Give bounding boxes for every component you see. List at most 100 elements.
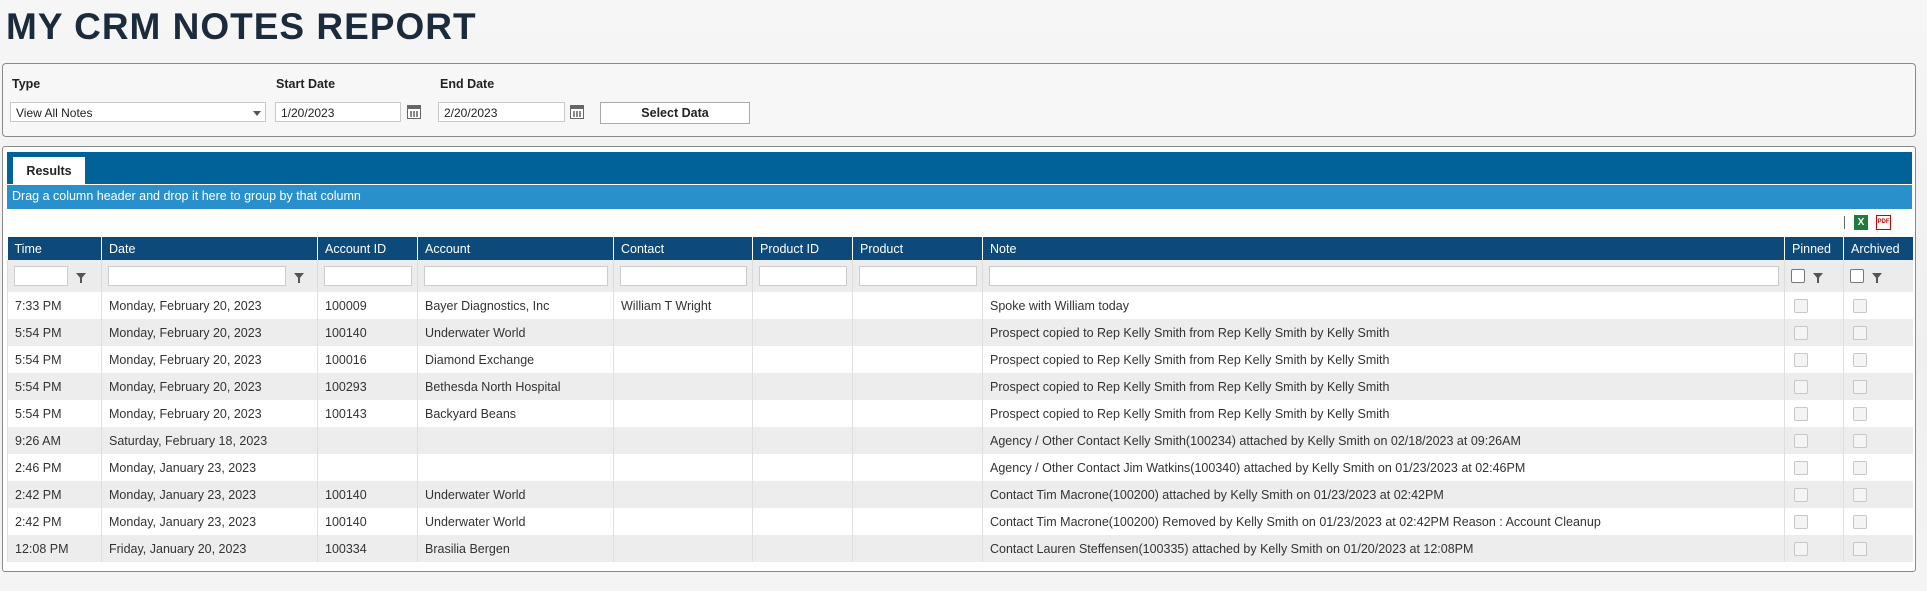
filter-input-contact[interactable] <box>620 266 747 286</box>
pinned-checkbox[interactable] <box>1794 433 1808 448</box>
archived-checkbox[interactable] <box>1853 298 1867 313</box>
cell-account-id <box>317 427 418 454</box>
pinned-checkbox[interactable] <box>1794 406 1808 421</box>
toolbar-divider <box>1844 216 1845 229</box>
tab-results[interactable]: Results <box>13 157 85 184</box>
cell-archived <box>1843 292 1913 319</box>
filter-input-product[interactable] <box>859 266 977 286</box>
column-header-product-id[interactable]: Product ID <box>752 237 853 260</box>
filter-input-note[interactable] <box>989 266 1779 286</box>
cell-product-id <box>752 319 853 346</box>
filter-checkbox-archived[interactable] <box>1850 268 1864 283</box>
cell-date: Monday, January 23, 2023 <box>101 508 318 535</box>
cell-date: Friday, January 20, 2023 <box>101 535 318 562</box>
end-date-input[interactable]: 2/20/2023 <box>438 102 565 122</box>
archived-checkbox[interactable] <box>1853 379 1867 394</box>
archived-checkbox[interactable] <box>1853 541 1867 556</box>
cell-archived <box>1843 508 1913 535</box>
cell-product <box>852 481 983 508</box>
cell-note: Prospect copied to Rep Kelly Smith from … <box>982 373 1785 400</box>
table-row[interactable]: 2:42 PM Monday, January 23, 2023 100140 Und… <box>7 508 1913 535</box>
column-header-pinned[interactable]: Pinned <box>1784 237 1844 260</box>
pdf-export-icon[interactable]: PDF <box>1876 215 1891 230</box>
cell-product <box>852 373 983 400</box>
cell-account-id <box>317 454 418 481</box>
cell-archived <box>1843 346 1913 373</box>
column-header-contact[interactable]: Contact <box>613 237 753 260</box>
cell-time: 5:54 PM <box>7 346 102 373</box>
start-date-calendar-icon[interactable] <box>407 105 421 119</box>
column-header-archived[interactable]: Archived <box>1843 237 1913 260</box>
cell-archived <box>1843 427 1913 454</box>
cell-archived <box>1843 535 1913 562</box>
cell-pinned <box>1784 373 1844 400</box>
filter-icon[interactable] <box>294 273 304 283</box>
filter-icon[interactable] <box>76 273 86 283</box>
column-header-note[interactable]: Note <box>982 237 1785 260</box>
type-select[interactable]: View All Notes <box>10 102 266 122</box>
cell-archived <box>1843 319 1913 346</box>
filter-icon[interactable] <box>1872 272 1882 283</box>
filter-input-time[interactable] <box>14 266 68 286</box>
table-row[interactable]: 5:54 PM Monday, February 20, 2023 100016 Di… <box>7 346 1913 373</box>
excel-export-icon[interactable]: X <box>1854 215 1868 230</box>
filter-icon[interactable] <box>1813 272 1823 283</box>
archived-checkbox[interactable] <box>1853 514 1867 529</box>
pinned-checkbox[interactable] <box>1794 487 1808 502</box>
table-row[interactable]: 12:08 PM Friday, January 20, 2023 100334 Br… <box>7 535 1913 562</box>
cell-contact <box>613 400 753 427</box>
table-row[interactable]: 5:54 PM Monday, February 20, 2023 100143 Ba… <box>7 400 1913 427</box>
filter-cell-account <box>417 260 614 292</box>
pinned-checkbox[interactable] <box>1794 325 1808 340</box>
column-header-time[interactable]: Time <box>7 237 102 260</box>
table-row[interactable]: 7:33 PM Monday, February 20, 2023 100009 Ba… <box>7 292 1913 319</box>
cell-pinned <box>1784 427 1844 454</box>
cell-product <box>852 292 983 319</box>
table-row[interactable]: 5:54 PM Monday, February 20, 2023 100140 Un… <box>7 319 1913 346</box>
column-header-date[interactable]: Date <box>101 237 318 260</box>
column-header-account-id[interactable]: Account ID <box>317 237 418 260</box>
cell-time: 2:46 PM <box>7 454 102 481</box>
cell-date: Monday, February 20, 2023 <box>101 400 318 427</box>
select-data-button[interactable]: Select Data <box>600 102 750 124</box>
table-row[interactable]: 5:54 PM Monday, February 20, 2023 100293 Be… <box>7 373 1913 400</box>
archived-checkbox[interactable] <box>1853 460 1867 475</box>
cell-contact <box>613 427 753 454</box>
results-panel: Results Drag a column header and drop it… <box>2 146 1916 572</box>
archived-checkbox[interactable] <box>1853 352 1867 367</box>
filter-cell-pinned <box>1784 260 1844 292</box>
table-row[interactable]: 2:42 PM Monday, January 23, 2023 100140 Und… <box>7 481 1913 508</box>
cell-pinned <box>1784 481 1844 508</box>
group-by-drop-zone[interactable]: Drag a column header and drop it here to… <box>7 185 1912 209</box>
pinned-checkbox[interactable] <box>1794 379 1808 394</box>
filter-input-account-id[interactable] <box>324 266 412 286</box>
archived-checkbox[interactable] <box>1853 433 1867 448</box>
archived-checkbox[interactable] <box>1853 487 1867 502</box>
filter-input-product-id[interactable] <box>759 266 847 286</box>
archived-checkbox[interactable] <box>1853 325 1867 340</box>
chevron-down-icon[interactable] <box>253 111 261 116</box>
pinned-checkbox[interactable] <box>1794 298 1808 313</box>
cell-account: Backyard Beans <box>417 400 614 427</box>
table-row[interactable]: 2:46 PM Monday, January 23, 2023 Agency / … <box>7 454 1913 481</box>
pinned-checkbox[interactable] <box>1794 514 1808 529</box>
filter-panel: Type View All Notes Start Date 1/20/2023… <box>2 63 1916 137</box>
end-date-calendar-icon[interactable] <box>570 105 584 119</box>
filter-input-date[interactable] <box>108 266 286 286</box>
cell-product-id <box>752 292 853 319</box>
table-row[interactable]: 9:26 AM Saturday, February 18, 2023 Agency… <box>7 427 1913 454</box>
pinned-checkbox[interactable] <box>1794 541 1808 556</box>
archived-checkbox[interactable] <box>1853 406 1867 421</box>
pinned-checkbox[interactable] <box>1794 460 1808 475</box>
cell-product <box>852 535 983 562</box>
filter-cell-product <box>852 260 983 292</box>
pinned-checkbox[interactable] <box>1794 352 1808 367</box>
start-date-input[interactable]: 1/20/2023 <box>275 102 401 122</box>
filter-checkbox-pinned[interactable] <box>1791 268 1805 283</box>
column-header-account[interactable]: Account <box>417 237 614 260</box>
column-header-product[interactable]: Product <box>852 237 983 260</box>
cell-account-id: 100009 <box>317 292 418 319</box>
results-tab-bar: Results <box>7 152 1912 184</box>
filter-input-account[interactable] <box>424 266 608 286</box>
cell-date: Monday, January 23, 2023 <box>101 454 318 481</box>
